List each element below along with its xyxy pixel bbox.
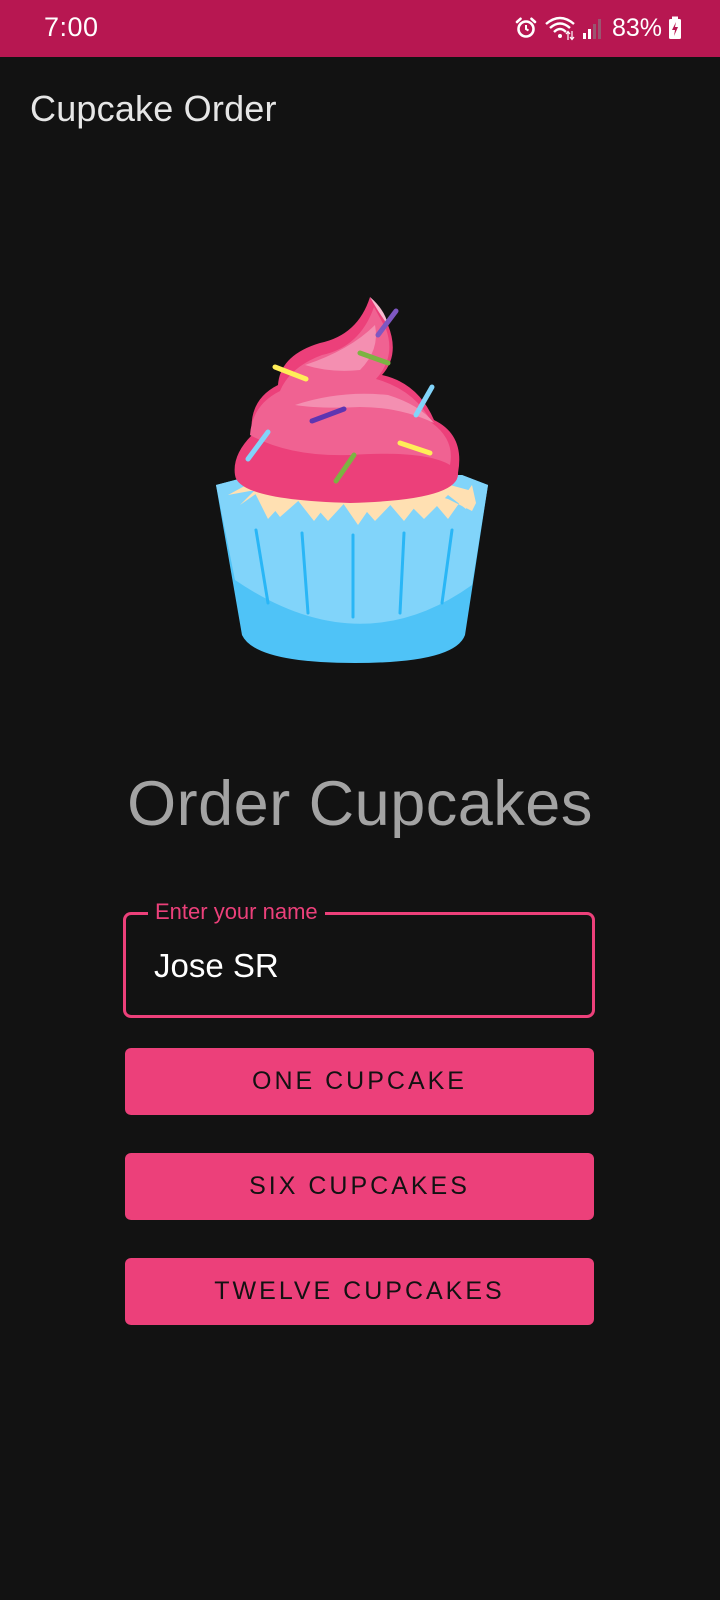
battery-percent: 83% (611, 13, 662, 42)
status-bar: 7:00 83% (0, 0, 720, 57)
screen: 7:00 83% Cupcake Order Order Cupcakes En… (0, 0, 720, 1600)
name-input-label: Enter your name (148, 897, 325, 927)
alarm-icon (514, 16, 538, 40)
name-input[interactable]: Enter your name Jose SR (123, 897, 595, 1018)
signal-icon (582, 16, 604, 40)
name-input-value[interactable]: Jose SR (154, 947, 279, 985)
six-cupcakes-button[interactable]: SIX CUPCAKES (125, 1153, 594, 1220)
battery-charging-icon (668, 16, 682, 40)
cupcake-image (210, 295, 510, 675)
one-cupcake-button[interactable]: ONE CUPCAKE (125, 1048, 594, 1115)
status-time: 7:00 (44, 12, 99, 42)
page-heading: Order Cupcakes (127, 769, 593, 839)
app-title: Cupcake Order (30, 88, 277, 129)
twelve-cupcakes-button[interactable]: TWELVE CUPCAKES (125, 1258, 594, 1325)
wifi-icon (544, 15, 576, 41)
status-icons: 83% (514, 10, 682, 46)
